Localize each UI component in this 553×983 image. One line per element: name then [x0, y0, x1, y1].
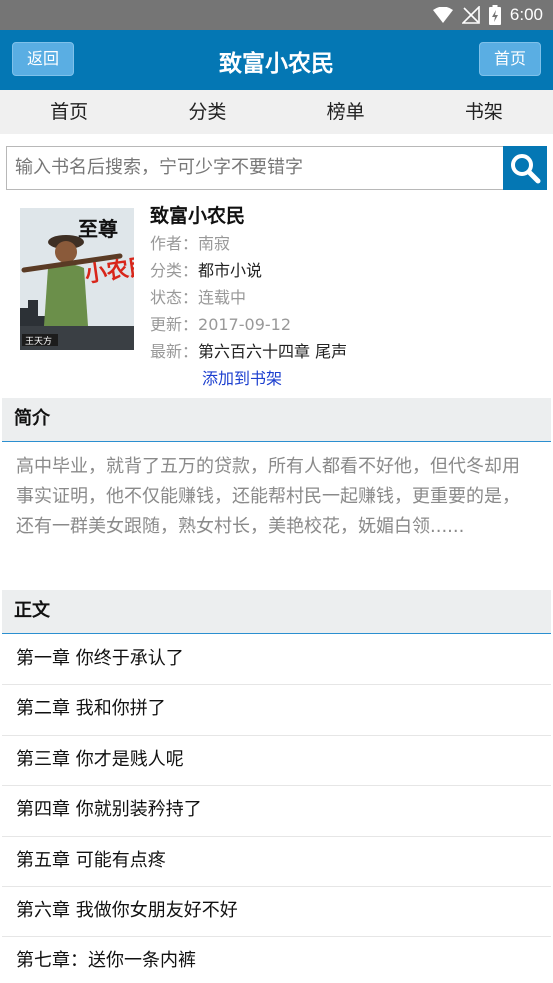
chapter-list: 第一章 你终于承认了 第二章 我和你拼了 第三章 你才是贱人呢 第四章 你就别装… [2, 635, 551, 983]
updated-label: 更新： [150, 315, 199, 334]
tab-home[interactable]: 首页 [0, 90, 138, 134]
book-cover[interactable]: 至尊 小农民 王天方 [20, 208, 134, 350]
category-value[interactable]: 都市小说 [198, 261, 262, 280]
status-bar: 6:00 [0, 0, 553, 30]
nav-tabs: 首页 分类 榜单 书架 [0, 90, 553, 134]
cover-title-line1: 至尊 [78, 217, 118, 241]
status-row: 状态：连载中 [150, 284, 347, 311]
latest-chapter-link[interactable]: 第六百六十四章 尾声 [198, 342, 347, 361]
wifi-icon [432, 7, 453, 23]
chapter-item[interactable]: 第三章 你才是贱人呢 [2, 736, 551, 787]
chapter-item[interactable]: 第六章 我做你女朋友好不好 [2, 887, 551, 938]
chapter-item[interactable]: 第四章 你就别装矜持了 [2, 786, 551, 837]
book-meta: 致富小农民 作者：南寂 分类：都市小说 状态：连载中 更新：2017-09-12… [150, 202, 347, 392]
clock-time: 6:00 [509, 5, 543, 24]
status-value: 连载中 [198, 288, 247, 307]
chapter-item[interactable]: 第七章：送你一条内裤 [2, 937, 551, 983]
category-row: 分类：都市小说 [150, 257, 347, 284]
app-bar: 返回 致富小农民 首页 [0, 30, 553, 90]
add-to-shelf-link[interactable]: 添加到书架 [202, 365, 347, 392]
tab-rankings[interactable]: 榜单 [277, 90, 415, 134]
book-info: 至尊 小农民 王天方 致富小农民 作者：南寂 分类：都市小说 状态：连载中 更新… [0, 200, 553, 390]
chapter-item[interactable]: 第五章 可能有点疼 [2, 837, 551, 887]
search-bar: 输入书名后搜索，宁可少字不要错字 [6, 146, 547, 190]
cover-author-tag: 王天方 [25, 335, 52, 347]
search-input[interactable]: 输入书名后搜索，宁可少字不要错字 [6, 146, 504, 190]
author-row: 作者：南寂 [150, 230, 347, 257]
author-value: 南寂 [198, 234, 231, 253]
status-label: 状态： [150, 288, 199, 307]
intro-text: 高中毕业，就背了五万的贷款，所有人都看不好他，但代冬却用事实证明，他不仅能赚钱，… [16, 456, 520, 537]
battery-charging-icon [488, 5, 501, 25]
no-signal-icon [461, 6, 480, 24]
cover-illustration: 至尊 小农民 王天方 [20, 208, 134, 350]
updated-value: 2017-09-12 [198, 315, 291, 334]
page-title: 致富小农民 [219, 51, 334, 77]
chapter-item[interactable]: 第一章 你终于承认了 [2, 635, 551, 686]
category-label: 分类： [150, 261, 199, 280]
contents-heading: 正文 [2, 590, 551, 634]
search-button[interactable] [503, 146, 547, 190]
intro-heading: 简介 [2, 398, 551, 442]
tab-bookshelf[interactable]: 书架 [415, 90, 553, 134]
book-title: 致富小农民 [150, 205, 246, 227]
author-label: 作者： [150, 234, 199, 253]
tab-categories[interactable]: 分类 [138, 90, 276, 134]
chapter-item[interactable]: 第二章 我和你拼了 [2, 685, 551, 736]
search-icon [511, 154, 541, 184]
latest-label: 最新： [150, 342, 199, 361]
updated-row: 更新：2017-09-12 [150, 311, 347, 338]
latest-row: 最新：第六百六十四章 尾声 [150, 338, 347, 365]
home-button[interactable]: 首页 [479, 42, 541, 76]
